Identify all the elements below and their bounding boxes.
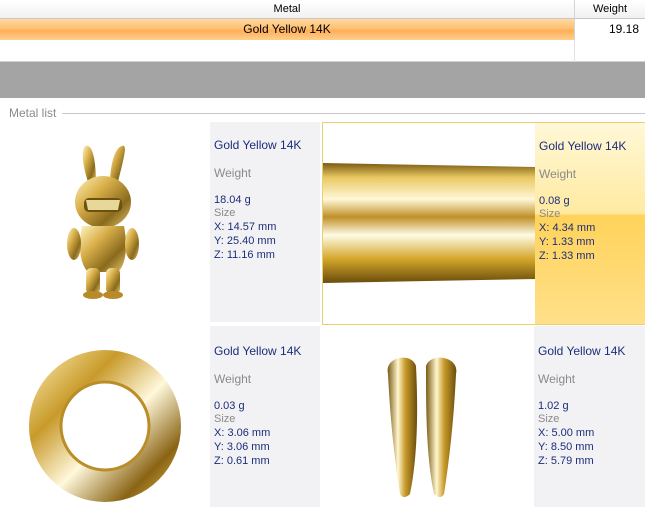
item-metal-name: Gold Yellow 14K [214, 344, 302, 358]
item-metal-name: Gold Yellow 14K [538, 344, 626, 358]
item-size-y: Y: 8.50 mm [538, 441, 594, 453]
grid-column-divider [574, 40, 575, 62]
item-info: Gold Yellow 14K Weight 0.03 g Size X: 3.… [210, 326, 320, 507]
item-info: Gold Yellow 14K Weight 1.02 g Size X: 5.… [534, 326, 645, 507]
size-label: Size [214, 413, 236, 425]
item-size-y: Y: 3.06 mm [214, 441, 270, 453]
metal-list-item[interactable]: Gold Yellow 14K Weight 0.03 g Size X: 3.… [0, 326, 322, 507]
item-info: Gold Yellow 14K Weight 18.04 g Size X: 1… [210, 122, 320, 322]
item-size-z: Z: 1.33 mm [539, 250, 595, 262]
column-header-weight[interactable]: Weight [575, 0, 645, 19]
row-weight-cell[interactable]: 19.18 [575, 19, 645, 40]
item-size-x: X: 5.00 mm [538, 427, 595, 439]
group-divider [62, 113, 645, 114]
item-size-x: X: 3.06 mm [214, 427, 271, 439]
row-metal-cell[interactable]: Gold Yellow 14K [0, 19, 575, 40]
item-size-x: X: 14.57 mm [214, 221, 277, 233]
gold-rod-icon [323, 123, 535, 324]
metal-list-title: Metal list [7, 106, 59, 120]
item-size-z: Z: 0.61 mm [214, 455, 270, 467]
item-size-x: X: 4.34 mm [539, 222, 596, 234]
column-header-metal[interactable]: Metal [0, 0, 575, 19]
metal-grid: Metal Weight Gold Yellow 14K 19.18 [0, 0, 645, 62]
gold-ring-icon [0, 326, 210, 507]
metal-list-item[interactable]: Gold Yellow 14K Weight 18.04 g Size X: 1… [0, 122, 322, 322]
item-info: Gold Yellow 14K Weight 0.08 g Size X: 4.… [535, 123, 645, 324]
size-label: Size [538, 413, 560, 425]
item-metal-name: Gold Yellow 14K [539, 139, 627, 153]
item-weight: 0.08 g [539, 195, 570, 207]
size-label: Size [539, 208, 561, 220]
bunny-figurine-icon [0, 122, 210, 322]
item-weight: 1.02 g [538, 400, 569, 412]
grid-empty-area [0, 62, 645, 98]
item-metal-name: Gold Yellow 14K [214, 138, 302, 152]
item-weight: 0.03 g [214, 400, 245, 412]
item-size-z: Z: 5.79 mm [538, 455, 594, 467]
item-size-z: Z: 11.16 mm [214, 249, 275, 261]
table-row[interactable]: Gold Yellow 14K 19.18 [0, 19, 645, 40]
metal-list-item[interactable]: Gold Yellow 14K Weight 1.02 g Size X: 5.… [322, 326, 645, 507]
weight-label: Weight [214, 372, 252, 386]
gold-bail-icon [322, 326, 534, 507]
metal-list-item-selected[interactable]: Gold Yellow 14K Weight 0.08 g Size X: 4.… [322, 122, 645, 325]
item-weight: 18.04 g [214, 194, 251, 206]
weight-label: Weight [214, 166, 252, 180]
grid-header: Metal Weight [0, 0, 645, 19]
weight-label: Weight [538, 372, 576, 386]
weight-label: Weight [539, 167, 577, 181]
item-size-y: Y: 25.40 mm [214, 235, 276, 247]
size-label: Size [214, 207, 236, 219]
item-size-y: Y: 1.33 mm [539, 236, 595, 248]
